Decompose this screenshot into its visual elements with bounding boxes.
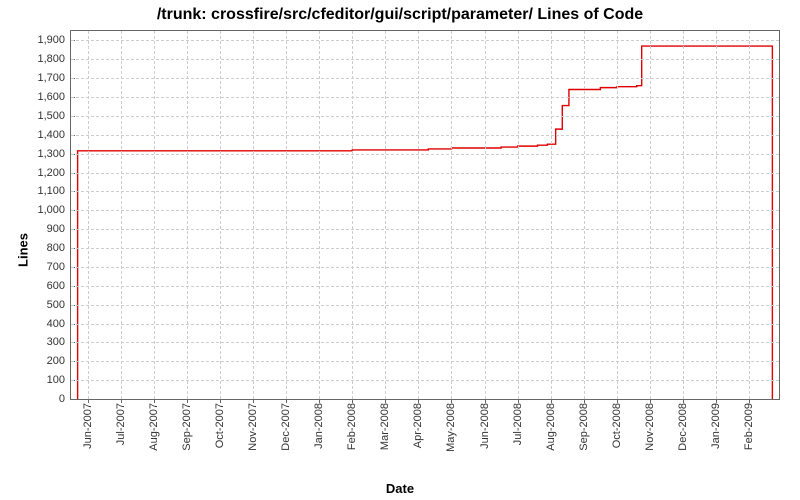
gridline-horizontal bbox=[71, 40, 779, 41]
gridline-horizontal bbox=[71, 342, 779, 343]
y-tick-label: 1,900 bbox=[37, 34, 71, 46]
x-tick-label: Nov-2008 bbox=[644, 399, 656, 451]
y-tick-label: 1,700 bbox=[37, 72, 71, 84]
gridline-horizontal bbox=[71, 173, 779, 174]
y-tick-label: 1,500 bbox=[37, 110, 71, 122]
gridline-horizontal bbox=[71, 191, 779, 192]
gridline-horizontal bbox=[71, 305, 779, 306]
x-tick-label: Dec-2008 bbox=[677, 399, 689, 451]
x-tick-label: Jan-2009 bbox=[710, 399, 722, 449]
y-tick-label: 200 bbox=[47, 355, 71, 367]
gridline-vertical bbox=[220, 31, 221, 399]
chart-title: /trunk: crossfire/src/cfeditor/gui/scrip… bbox=[0, 6, 800, 24]
gridline-vertical bbox=[617, 31, 618, 399]
y-tick-label: 1,200 bbox=[37, 167, 71, 179]
gridline-vertical bbox=[749, 31, 750, 399]
x-tick-label: Jun-2008 bbox=[479, 399, 491, 449]
x-tick-label: Sep-2008 bbox=[578, 399, 590, 451]
gridline-horizontal bbox=[71, 324, 779, 325]
y-tick-label: 1,600 bbox=[37, 91, 71, 103]
x-tick-label: Feb-2009 bbox=[743, 399, 755, 450]
y-tick-label: 300 bbox=[47, 336, 71, 348]
gridline-horizontal bbox=[71, 154, 779, 155]
x-axis-label: Date bbox=[0, 481, 800, 496]
y-tick-label: 1,400 bbox=[37, 129, 71, 141]
x-tick-label: Feb-2008 bbox=[346, 399, 358, 450]
gridline-vertical bbox=[319, 31, 320, 399]
gridline-vertical bbox=[187, 31, 188, 399]
gridline-horizontal bbox=[71, 286, 779, 287]
x-tick-label: May-2008 bbox=[445, 399, 457, 452]
x-tick-label: Oct-2008 bbox=[611, 399, 623, 448]
gridline-vertical bbox=[121, 31, 122, 399]
gridline-vertical bbox=[683, 31, 684, 399]
gridline-vertical bbox=[518, 31, 519, 399]
gridline-vertical bbox=[253, 31, 254, 399]
x-tick-label: Aug-2008 bbox=[545, 399, 557, 451]
x-tick-label: Jul-2008 bbox=[512, 399, 524, 445]
x-tick-label: Jun-2007 bbox=[82, 399, 94, 449]
x-tick-label: Dec-2007 bbox=[280, 399, 292, 451]
y-tick-label: 1,800 bbox=[37, 53, 71, 65]
series-line bbox=[78, 46, 773, 399]
line-series bbox=[71, 31, 779, 399]
gridline-horizontal bbox=[71, 210, 779, 211]
gridline-horizontal bbox=[71, 361, 779, 362]
gridline-horizontal bbox=[71, 97, 779, 98]
x-tick-label: Sep-2007 bbox=[181, 399, 193, 451]
x-tick-label: Oct-2007 bbox=[214, 399, 226, 448]
y-tick-label: 800 bbox=[47, 242, 71, 254]
y-tick-label: 1,000 bbox=[37, 204, 71, 216]
x-tick-label: Jan-2008 bbox=[313, 399, 325, 449]
gridline-horizontal bbox=[71, 78, 779, 79]
y-tick-label: 100 bbox=[47, 374, 71, 386]
gridline-vertical bbox=[418, 31, 419, 399]
x-tick-label: Apr-2008 bbox=[412, 399, 424, 448]
gridline-vertical bbox=[485, 31, 486, 399]
gridline-vertical bbox=[584, 31, 585, 399]
y-tick-label: 900 bbox=[47, 223, 71, 235]
loc-chart: /trunk: crossfire/src/cfeditor/gui/scrip… bbox=[0, 0, 800, 500]
gridline-horizontal bbox=[71, 380, 779, 381]
gridline-horizontal bbox=[71, 116, 779, 117]
gridline-vertical bbox=[716, 31, 717, 399]
gridline-vertical bbox=[385, 31, 386, 399]
gridline-horizontal bbox=[71, 135, 779, 136]
gridline-vertical bbox=[650, 31, 651, 399]
gridline-vertical bbox=[286, 31, 287, 399]
y-tick-label: 1,100 bbox=[37, 185, 71, 197]
gridline-vertical bbox=[154, 31, 155, 399]
gridline-vertical bbox=[451, 31, 452, 399]
y-tick-label: 0 bbox=[59, 393, 71, 405]
gridline-horizontal bbox=[71, 229, 779, 230]
y-tick-label: 500 bbox=[47, 299, 71, 311]
gridline-vertical bbox=[88, 31, 89, 399]
y-axis-label: Lines bbox=[15, 233, 30, 267]
x-tick-label: Mar-2008 bbox=[379, 399, 391, 450]
gridline-horizontal bbox=[71, 248, 779, 249]
gridline-vertical bbox=[551, 31, 552, 399]
gridline-vertical bbox=[352, 31, 353, 399]
y-tick-label: 400 bbox=[47, 318, 71, 330]
x-tick-label: Nov-2007 bbox=[247, 399, 259, 451]
x-tick-label: Jul-2007 bbox=[115, 399, 127, 445]
y-tick-label: 1,300 bbox=[37, 148, 71, 160]
gridline-horizontal bbox=[71, 267, 779, 268]
gridline-horizontal bbox=[71, 59, 779, 60]
y-tick-label: 700 bbox=[47, 261, 71, 273]
y-tick-label: 600 bbox=[47, 280, 71, 292]
x-tick-label: Aug-2007 bbox=[148, 399, 160, 451]
plot-area: 01002003004005006007008009001,0001,1001,… bbox=[70, 30, 780, 400]
